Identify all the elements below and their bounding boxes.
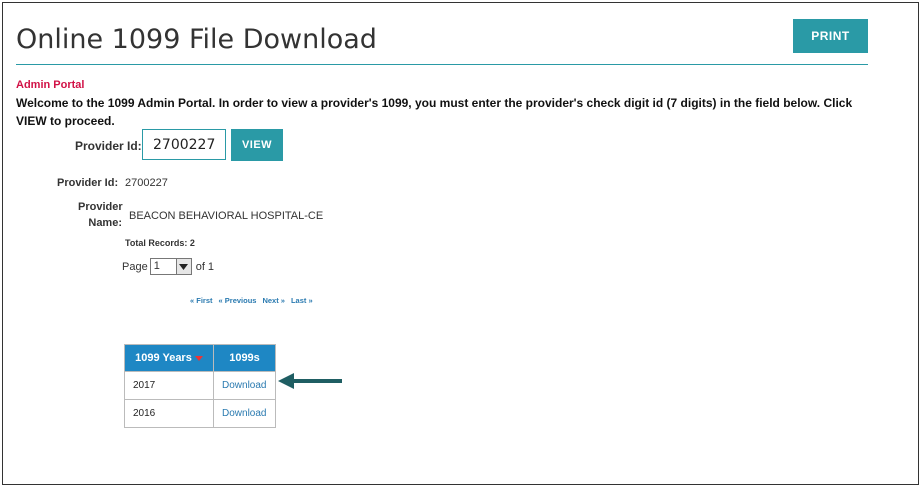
next-page-link[interactable]: Next » (262, 296, 285, 305)
total-records: Total Records: 2 (125, 238, 195, 248)
provider-id-label: Provider Id: (75, 139, 142, 153)
page-select[interactable]: 1 (149, 258, 192, 275)
page-label: Page (122, 260, 148, 273)
previous-page-link[interactable]: « Previous (219, 296, 257, 305)
download-link[interactable]: Download (213, 399, 276, 428)
download-link[interactable]: Download (213, 371, 276, 400)
portal-label: Admin Portal (16, 79, 85, 91)
pagination-links: « First « Previous Next » Last » (190, 296, 313, 305)
page-of-label: of 1 (195, 260, 215, 273)
first-page-link[interactable]: « First (190, 296, 213, 305)
table-header-row: 1099 Years 1099s (124, 344, 276, 372)
provider-name-label-line-1: Provider (78, 201, 123, 213)
provider-name-value: BEACON BEHAVIORAL HOSPITAL-CE (129, 210, 324, 222)
year-cell: 2017 (124, 371, 214, 400)
welcome-message: Welcome to the 1099 Admin Portal. In ord… (16, 96, 853, 128)
last-page-link[interactable]: Last » (291, 296, 313, 305)
provider-id-input[interactable] (142, 129, 226, 160)
provider-id-info-label: Provider Id: (57, 177, 119, 189)
chevron-down-icon[interactable] (175, 259, 191, 274)
table-row: 2017 Download (124, 371, 276, 400)
sort-desc-icon (194, 355, 203, 361)
view-button[interactable]: VIEW (231, 129, 283, 161)
provider-id-info-value: 2700227 (125, 177, 168, 189)
page-selector: Page 1 of 1 (122, 258, 214, 275)
print-button[interactable]: PRINT (793, 19, 868, 53)
page-select-value: 1 (153, 260, 160, 272)
provider-name-label-line-2: Name: (88, 217, 122, 229)
table-row: 2016 Download (124, 399, 276, 428)
downloads-table: 1099 Years 1099s 2017 Download 2016 Down… (124, 344, 276, 428)
years-column-header[interactable]: 1099 Years (124, 344, 214, 372)
downloads-column-header: 1099s (213, 344, 276, 372)
year-cell: 2016 (124, 399, 214, 428)
page-title: Online 1099 File Download (16, 24, 377, 55)
provider-name-label: Provider Name: (78, 199, 123, 231)
arrow-left-icon (278, 373, 342, 389)
title-divider (16, 64, 868, 65)
